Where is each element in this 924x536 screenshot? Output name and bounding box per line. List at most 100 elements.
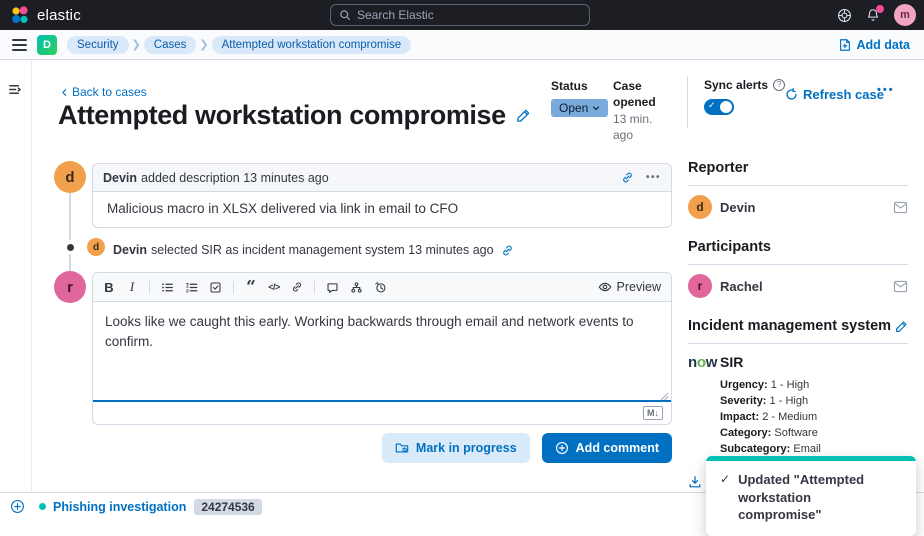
case-sidebar: Reporter d Devin Participants r Rachel <box>688 160 908 489</box>
connector-fields: Urgency: 1 - High Severity: 1 - High Imp… <box>720 378 908 458</box>
reporter-section: Reporter d Devin <box>688 160 908 219</box>
editor-footer: M↓ <box>93 402 671 424</box>
search-icon <box>339 9 351 21</box>
insert-timeline-button[interactable] <box>374 281 387 294</box>
case-actions-row: Mark in progress Add comment <box>92 433 672 463</box>
description-actions-icon[interactable]: ••• <box>646 172 661 183</box>
case-opened-value: 13 min. ago <box>613 112 675 143</box>
menu-hamburger-icon[interactable] <box>12 39 27 51</box>
link-button[interactable] <box>291 281 303 293</box>
comment-editor: B I “ </> <box>92 272 672 425</box>
expand-nav-icon[interactable] <box>8 82 23 97</box>
check-icon: ✓ <box>708 100 716 111</box>
reporter-heading: Reporter <box>688 160 908 176</box>
copy-link-icon[interactable] <box>501 244 514 257</box>
task-list-button[interactable] <box>209 281 222 294</box>
email-icon[interactable] <box>893 201 908 214</box>
add-data-button[interactable]: Add data <box>838 38 910 52</box>
global-header: elastic m <box>0 0 924 30</box>
header-right-icons: m <box>837 0 916 30</box>
description-card: Devin added description 13 minutes ago •… <box>92 163 672 228</box>
email-icon[interactable] <box>893 280 908 293</box>
collapsed-nav-rail <box>0 60 32 492</box>
participant-name: Rachel <box>720 279 763 294</box>
description-text: Malicious macro in XLSX delivered via li… <box>93 192 671 225</box>
unordered-list-button[interactable] <box>161 281 174 294</box>
add-data-icon <box>838 38 852 52</box>
status-block: Status Open <box>551 79 608 117</box>
toast-message: Updated "Attempted workstation compromis… <box>738 471 894 524</box>
ordered-list-button[interactable] <box>185 281 198 294</box>
add-timeline-icon[interactable] <box>10 499 25 514</box>
mark-in-progress-button[interactable]: Mark in progress <box>382 433 530 463</box>
breadcrumb-bar: D Security ❯ Cases ❯ Attempted workstati… <box>0 30 924 60</box>
info-question-icon[interactable]: ? <box>773 79 785 91</box>
case-actions-ellipsis-button[interactable]: ••• <box>877 84 895 96</box>
participant-row: r Rachel <box>688 274 908 298</box>
help-icon[interactable] <box>837 8 852 23</box>
elastic-logo-icon[interactable] <box>10 5 30 25</box>
chevron-down-icon <box>592 104 600 112</box>
notifications-bell-icon[interactable] <box>866 8 880 22</box>
avatar-rachel: r <box>688 274 712 298</box>
avatar-devin: d <box>54 161 86 193</box>
edit-title-pencil-icon[interactable] <box>516 108 531 123</box>
comment-textarea[interactable]: Looks like we caught this early. Working… <box>93 302 671 402</box>
timeline-connector <box>69 178 71 284</box>
breadcrumb-cases[interactable]: Cases <box>144 36 197 54</box>
participants-heading: Participants <box>688 239 908 255</box>
incident-management-heading: Incident management system <box>688 318 908 334</box>
timeline-count-badge: 24274536 <box>194 499 261 515</box>
global-search[interactable] <box>330 4 590 26</box>
notification-dot <box>876 5 884 13</box>
search-input[interactable] <box>357 8 581 22</box>
insert-case-hierarchy-button[interactable] <box>350 281 363 294</box>
status-badge[interactable]: Open <box>551 99 608 117</box>
plus-circle-icon <box>555 441 569 455</box>
connector-name: SIR <box>720 354 743 371</box>
chevron-right-icon: ❯ <box>199 38 208 51</box>
chevron-right-icon: ❯ <box>132 38 141 51</box>
italic-button[interactable]: I <box>126 279 138 295</box>
reporter-name: Devin <box>720 200 755 215</box>
header-divider <box>687 76 688 128</box>
avatar-devin-small: d <box>87 238 105 256</box>
case-opened-label: Case opened <box>613 79 675 110</box>
resize-handle[interactable] <box>660 392 669 401</box>
markdown-toolbar: B I “ </> <box>93 273 671 302</box>
field-impact: Impact: 2 - Medium <box>720 410 908 426</box>
sync-alerts-label: Sync alerts <box>704 78 768 92</box>
sync-alerts-block: Sync alerts ? ✓ <box>704 78 785 115</box>
folder-check-icon <box>395 441 409 455</box>
code-button[interactable]: </> <box>268 282 280 292</box>
breadcrumb: Security ❯ Cases ❯ Attempted workstation… <box>67 36 411 54</box>
space-badge[interactable]: D <box>37 35 57 55</box>
case-opened-block: Case opened 13 min. ago <box>613 79 675 143</box>
servicenow-logo: now <box>688 354 720 371</box>
bold-button[interactable]: B <box>103 280 115 295</box>
user-avatar[interactable]: m <box>894 4 916 26</box>
copy-link-icon[interactable] <box>621 171 634 184</box>
back-to-cases-link[interactable]: Back to cases <box>60 85 147 99</box>
quote-button[interactable]: “ <box>245 283 257 291</box>
add-comment-button[interactable]: Add comment <box>542 433 672 463</box>
avatar-devin: d <box>688 195 712 219</box>
timeline-event-dot <box>63 240 77 254</box>
preview-toggle[interactable]: Preview <box>598 280 661 294</box>
field-severity: Severity: 1 - High <box>720 394 908 410</box>
refresh-case-button[interactable]: Refresh case <box>785 87 884 102</box>
reporter-row: d Devin <box>688 195 908 219</box>
push-icon <box>688 475 702 489</box>
participants-section: Participants r Rachel <box>688 239 908 298</box>
sync-alerts-toggle[interactable]: ✓ <box>704 99 734 115</box>
eye-icon <box>598 280 612 294</box>
breadcrumb-security[interactable]: Security <box>67 36 129 54</box>
breadcrumb-current-case: Attempted workstation compromise <box>212 36 412 54</box>
refresh-icon <box>785 88 798 101</box>
add-comment-bubble-button[interactable] <box>326 281 339 294</box>
success-toast[interactable]: ✓ Updated "Attempted workstation comprom… <box>706 456 916 536</box>
edit-connector-pencil-icon[interactable] <box>895 320 908 333</box>
sir-selected-event: Devin selected SIR as incident managemen… <box>113 243 514 257</box>
timeline-name-link[interactable]: Phishing investigation <box>53 500 186 514</box>
timeline-status-dot <box>39 503 46 510</box>
